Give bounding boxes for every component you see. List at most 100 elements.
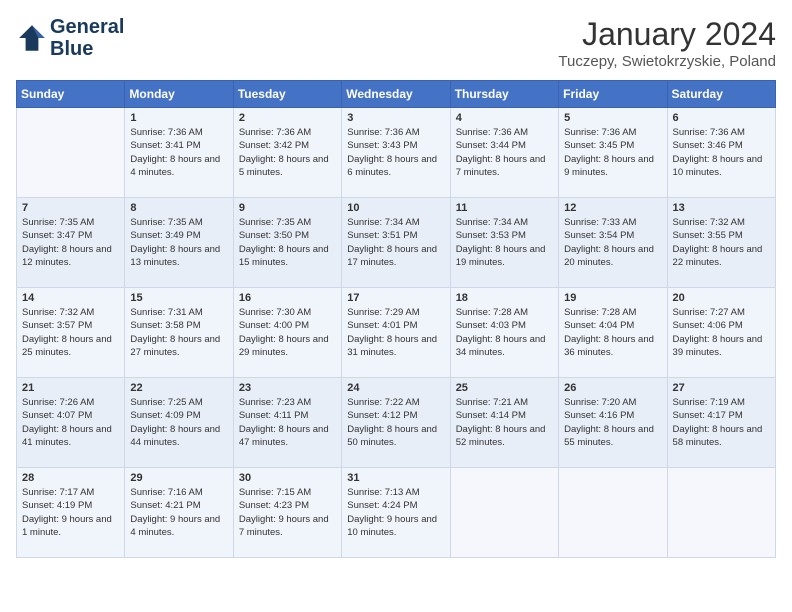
daylight-text: Daylight: 8 hours and 12 minutes. xyxy=(22,243,119,270)
daylight-text: Daylight: 8 hours and 20 minutes. xyxy=(564,243,661,270)
calendar-week-4: 21Sunrise: 7:26 AMSunset: 4:07 PMDayligh… xyxy=(17,378,776,468)
calendar-cell: 15Sunrise: 7:31 AMSunset: 3:58 PMDayligh… xyxy=(125,288,233,378)
sunset-text: Sunset: 4:03 PM xyxy=(456,319,553,332)
calendar-cell: 7Sunrise: 7:35 AMSunset: 3:47 PMDaylight… xyxy=(17,198,125,288)
sunrise-text: Sunrise: 7:28 AM xyxy=(456,306,553,319)
calendar-cell: 26 Sunrise: 7:20 AMSunset: 4:16 PMDayligh… xyxy=(559,378,667,468)
daylight-text: Daylight: 8 hours and 7 minutes. xyxy=(456,153,553,180)
day-number: 7 xyxy=(22,202,119,214)
sunset-text: Sunset: 3:46 PM xyxy=(673,139,770,152)
day-info: Sunrise: 7:36 AMSunset: 3:42 PMDaylight:… xyxy=(239,126,336,179)
calendar-cell xyxy=(450,468,558,558)
daylight-text: Daylight: 8 hours and 15 minutes. xyxy=(239,243,336,270)
day-info: Sunrise: 7:28 AMSunset: 4:03 PMDaylight:… xyxy=(456,306,553,359)
sunset-text: Sunset: 4:09 PM xyxy=(130,409,227,422)
weekday-header-saturday: Saturday xyxy=(667,81,775,108)
day-info: Sunrise: 7:26 AMSunset: 4:07 PMDaylight:… xyxy=(22,396,119,449)
calendar-cell: 6Sunrise: 7:36 AMSunset: 3:46 PMDaylight… xyxy=(667,108,775,198)
sunset-text: Sunset: 3:53 PM xyxy=(456,229,553,242)
calendar-cell: 2 Sunrise: 7:36 AMSunset: 3:42 PMDaylight… xyxy=(233,108,341,198)
daylight-text: Daylight: 8 hours and 36 minutes. xyxy=(564,333,661,360)
daylight-text: Daylight: 8 hours and 9 minutes. xyxy=(564,153,661,180)
day-number: 25 xyxy=(456,382,553,394)
daylight-text: Daylight: 8 hours and 13 minutes. xyxy=(130,243,227,270)
title-block: January 2024 Tuczepy, Swietokrzyskie, Po… xyxy=(558,16,776,70)
day-number: 3 xyxy=(347,112,444,124)
day-info: Sunrise: 7:35 AMSunset: 3:50 PMDaylight:… xyxy=(239,216,336,269)
sunset-text: Sunset: 4:17 PM xyxy=(673,409,770,422)
day-info: Sunrise: 7:31 AMSunset: 3:58 PMDaylight:… xyxy=(130,306,227,359)
calendar-cell: 10Sunrise: 7:34 AMSunset: 3:51 PMDayligh… xyxy=(342,198,450,288)
daylight-text: Daylight: 8 hours and 34 minutes. xyxy=(456,333,553,360)
daylight-text: Daylight: 8 hours and 44 minutes. xyxy=(130,423,227,450)
day-number: 28 xyxy=(22,472,119,484)
day-info: Sunrise: 7:15 AMSunset: 4:23 PMDaylight:… xyxy=(239,486,336,539)
calendar-cell: 28 Sunrise: 7:17 AMSunset: 4:19 PMDayligh… xyxy=(17,468,125,558)
logo-text: General Blue xyxy=(50,16,124,60)
sunrise-text: Sunrise: 7:35 AM xyxy=(22,216,119,229)
sunset-text: Sunset: 3:41 PM xyxy=(130,139,227,152)
sunset-text: Sunset: 4:16 PM xyxy=(564,409,661,422)
day-number: 9 xyxy=(239,202,336,214)
calendar-cell: 14Sunrise: 7:32 AMSunset: 3:57 PMDayligh… xyxy=(17,288,125,378)
sunset-text: Sunset: 4:12 PM xyxy=(347,409,444,422)
day-number: 30 xyxy=(239,472,336,484)
calendar-cell: 21Sunrise: 7:26 AMSunset: 4:07 PMDayligh… xyxy=(17,378,125,468)
calendar-cell: 3Sunrise: 7:36 AMSunset: 3:43 PMDaylight… xyxy=(342,108,450,198)
month-title: January 2024 xyxy=(558,16,776,53)
daylight-text: Daylight: 8 hours and 25 minutes. xyxy=(22,333,119,360)
calendar-cell: 18Sunrise: 7:28 AMSunset: 4:03 PMDayligh… xyxy=(450,288,558,378)
sunrise-text: Sunrise: 7:34 AM xyxy=(347,216,444,229)
sunrise-text: Sunrise: 7:13 AM xyxy=(347,486,444,499)
daylight-text: Daylight: 8 hours and 55 minutes. xyxy=(564,423,661,450)
sunrise-text: Sunrise: 7:22 AM xyxy=(347,396,444,409)
sunrise-text: Sunrise: 7:36 AM xyxy=(673,126,770,139)
day-info: Sunrise: 7:36 AMSunset: 3:46 PMDaylight:… xyxy=(673,126,770,179)
calendar-cell: 29Sunrise: 7:16 AMSunset: 4:21 PMDayligh… xyxy=(125,468,233,558)
day-number: 17 xyxy=(347,292,444,304)
day-info: Sunrise: 7:25 AMSunset: 4:09 PMDaylight:… xyxy=(130,396,227,449)
day-info: Sunrise: 7:36 AMSunset: 3:41 PMDaylight:… xyxy=(130,126,227,179)
sunrise-text: Sunrise: 7:36 AM xyxy=(456,126,553,139)
daylight-text: Daylight: 9 hours and 1 minute. xyxy=(22,513,119,540)
day-number: 13 xyxy=(673,202,770,214)
day-info: Sunrise: 7:23 AMSunset: 4:11 PMDaylight:… xyxy=(239,396,336,449)
sunset-text: Sunset: 3:44 PM xyxy=(456,139,553,152)
day-info: Sunrise: 7:29 AMSunset: 4:01 PMDaylight:… xyxy=(347,306,444,359)
sunrise-text: Sunrise: 7:35 AM xyxy=(239,216,336,229)
daylight-text: Daylight: 8 hours and 6 minutes. xyxy=(347,153,444,180)
sunset-text: Sunset: 4:24 PM xyxy=(347,499,444,512)
sunrise-text: Sunrise: 7:29 AM xyxy=(347,306,444,319)
day-number: 16 xyxy=(239,292,336,304)
calendar-cell: 4Sunrise: 7:36 AMSunset: 3:44 PMDaylight… xyxy=(450,108,558,198)
weekday-header-tuesday: Tuesday xyxy=(233,81,341,108)
calendar-cell: 5Sunrise: 7:36 AMSunset: 3:45 PMDaylight… xyxy=(559,108,667,198)
sunset-text: Sunset: 4:06 PM xyxy=(673,319,770,332)
day-info: Sunrise: 7:17 AMSunset: 4:19 PMDaylight:… xyxy=(22,486,119,539)
day-info: Sunrise: 7:36 AMSunset: 3:45 PMDaylight:… xyxy=(564,126,661,179)
daylight-text: Daylight: 9 hours and 7 minutes. xyxy=(239,513,336,540)
day-number: 12 xyxy=(564,202,661,214)
day-info: Sunrise: 7:20 AMSunset: 4:16 PMDaylight:… xyxy=(564,396,661,449)
sunrise-text: Sunrise: 7:35 AM xyxy=(130,216,227,229)
sunset-text: Sunset: 3:43 PM xyxy=(347,139,444,152)
weekday-header-monday: Monday xyxy=(125,81,233,108)
calendar-week-1: 1Sunrise: 7:36 AMSunset: 3:41 PMDaylight… xyxy=(17,108,776,198)
day-number: 26 xyxy=(564,382,661,394)
sunset-text: Sunset: 4:19 PM xyxy=(22,499,119,512)
calendar-cell xyxy=(667,468,775,558)
weekday-header-thursday: Thursday xyxy=(450,81,558,108)
sunrise-text: Sunrise: 7:26 AM xyxy=(22,396,119,409)
day-number: 1 xyxy=(130,112,227,124)
sunset-text: Sunset: 3:57 PM xyxy=(22,319,119,332)
day-number: 11 xyxy=(456,202,553,214)
day-number: 2 xyxy=(239,112,336,124)
weekday-header-wednesday: Wednesday xyxy=(342,81,450,108)
daylight-text: Daylight: 8 hours and 58 minutes. xyxy=(673,423,770,450)
calendar-cell xyxy=(559,468,667,558)
calendar-body: 1Sunrise: 7:36 AMSunset: 3:41 PMDaylight… xyxy=(17,108,776,558)
day-number: 22 xyxy=(130,382,227,394)
day-info: Sunrise: 7:35 AMSunset: 3:49 PMDaylight:… xyxy=(130,216,227,269)
sunset-text: Sunset: 4:01 PM xyxy=(347,319,444,332)
day-info: Sunrise: 7:13 AMSunset: 4:24 PMDaylight:… xyxy=(347,486,444,539)
